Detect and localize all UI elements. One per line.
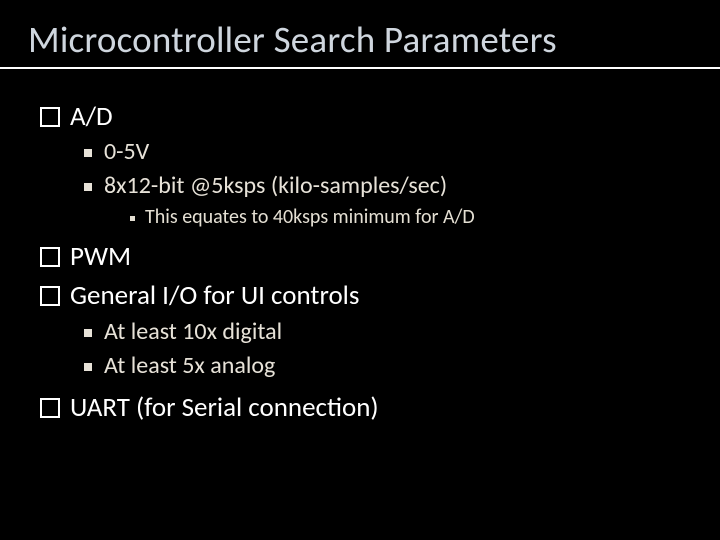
bullet-gio-analog: At least 5x analog bbox=[84, 351, 680, 381]
square-bullet-icon bbox=[84, 149, 92, 157]
bullet-ad-voltage: 0-5V bbox=[84, 137, 680, 167]
slide-title: Microcontroller Search Parameters bbox=[28, 20, 692, 61]
bullet-label: At least 5x analog bbox=[104, 351, 275, 381]
bullet-label: 0-5V bbox=[104, 137, 149, 167]
bullet-ad: A/D bbox=[40, 100, 680, 134]
bullet-label: A/D bbox=[70, 100, 113, 134]
square-bullet-icon bbox=[84, 183, 92, 191]
bullet-label: General I/O for UI controls bbox=[70, 279, 359, 313]
bullet-pwm: PWM bbox=[40, 240, 680, 274]
slide-body: A/D 0-5V 8x12-bit @5ksps (kilo-samples/s… bbox=[0, 69, 720, 425]
bullet-gio: General I/O for UI controls bbox=[40, 279, 680, 313]
title-bar: Microcontroller Search Parameters bbox=[0, 0, 720, 69]
square-bullet-icon bbox=[84, 329, 92, 337]
slide: Microcontroller Search Parameters A/D 0-… bbox=[0, 0, 720, 540]
checkbox-icon bbox=[40, 247, 60, 267]
checkbox-icon bbox=[40, 286, 60, 306]
checkbox-icon bbox=[40, 107, 60, 127]
bullet-label: PWM bbox=[70, 240, 131, 274]
square-bullet-icon bbox=[84, 363, 92, 371]
bullet-label: UART (for Serial connection) bbox=[70, 391, 379, 425]
bullet-gio-digital: At least 10x digital bbox=[84, 317, 680, 347]
dot-bullet-icon bbox=[130, 216, 135, 221]
bullet-ad-note: This equates to 40ksps minimum for A/D bbox=[130, 205, 680, 230]
bullet-label: This equates to 40ksps minimum for A/D bbox=[145, 205, 475, 230]
bullet-uart: UART (for Serial connection) bbox=[40, 391, 680, 425]
bullet-label: 8x12-bit @5ksps (kilo-samples/sec) bbox=[104, 171, 447, 201]
checkbox-icon bbox=[40, 398, 60, 418]
bullet-label: At least 10x digital bbox=[104, 317, 282, 347]
bullet-ad-resolution: 8x12-bit @5ksps (kilo-samples/sec) bbox=[84, 171, 680, 201]
